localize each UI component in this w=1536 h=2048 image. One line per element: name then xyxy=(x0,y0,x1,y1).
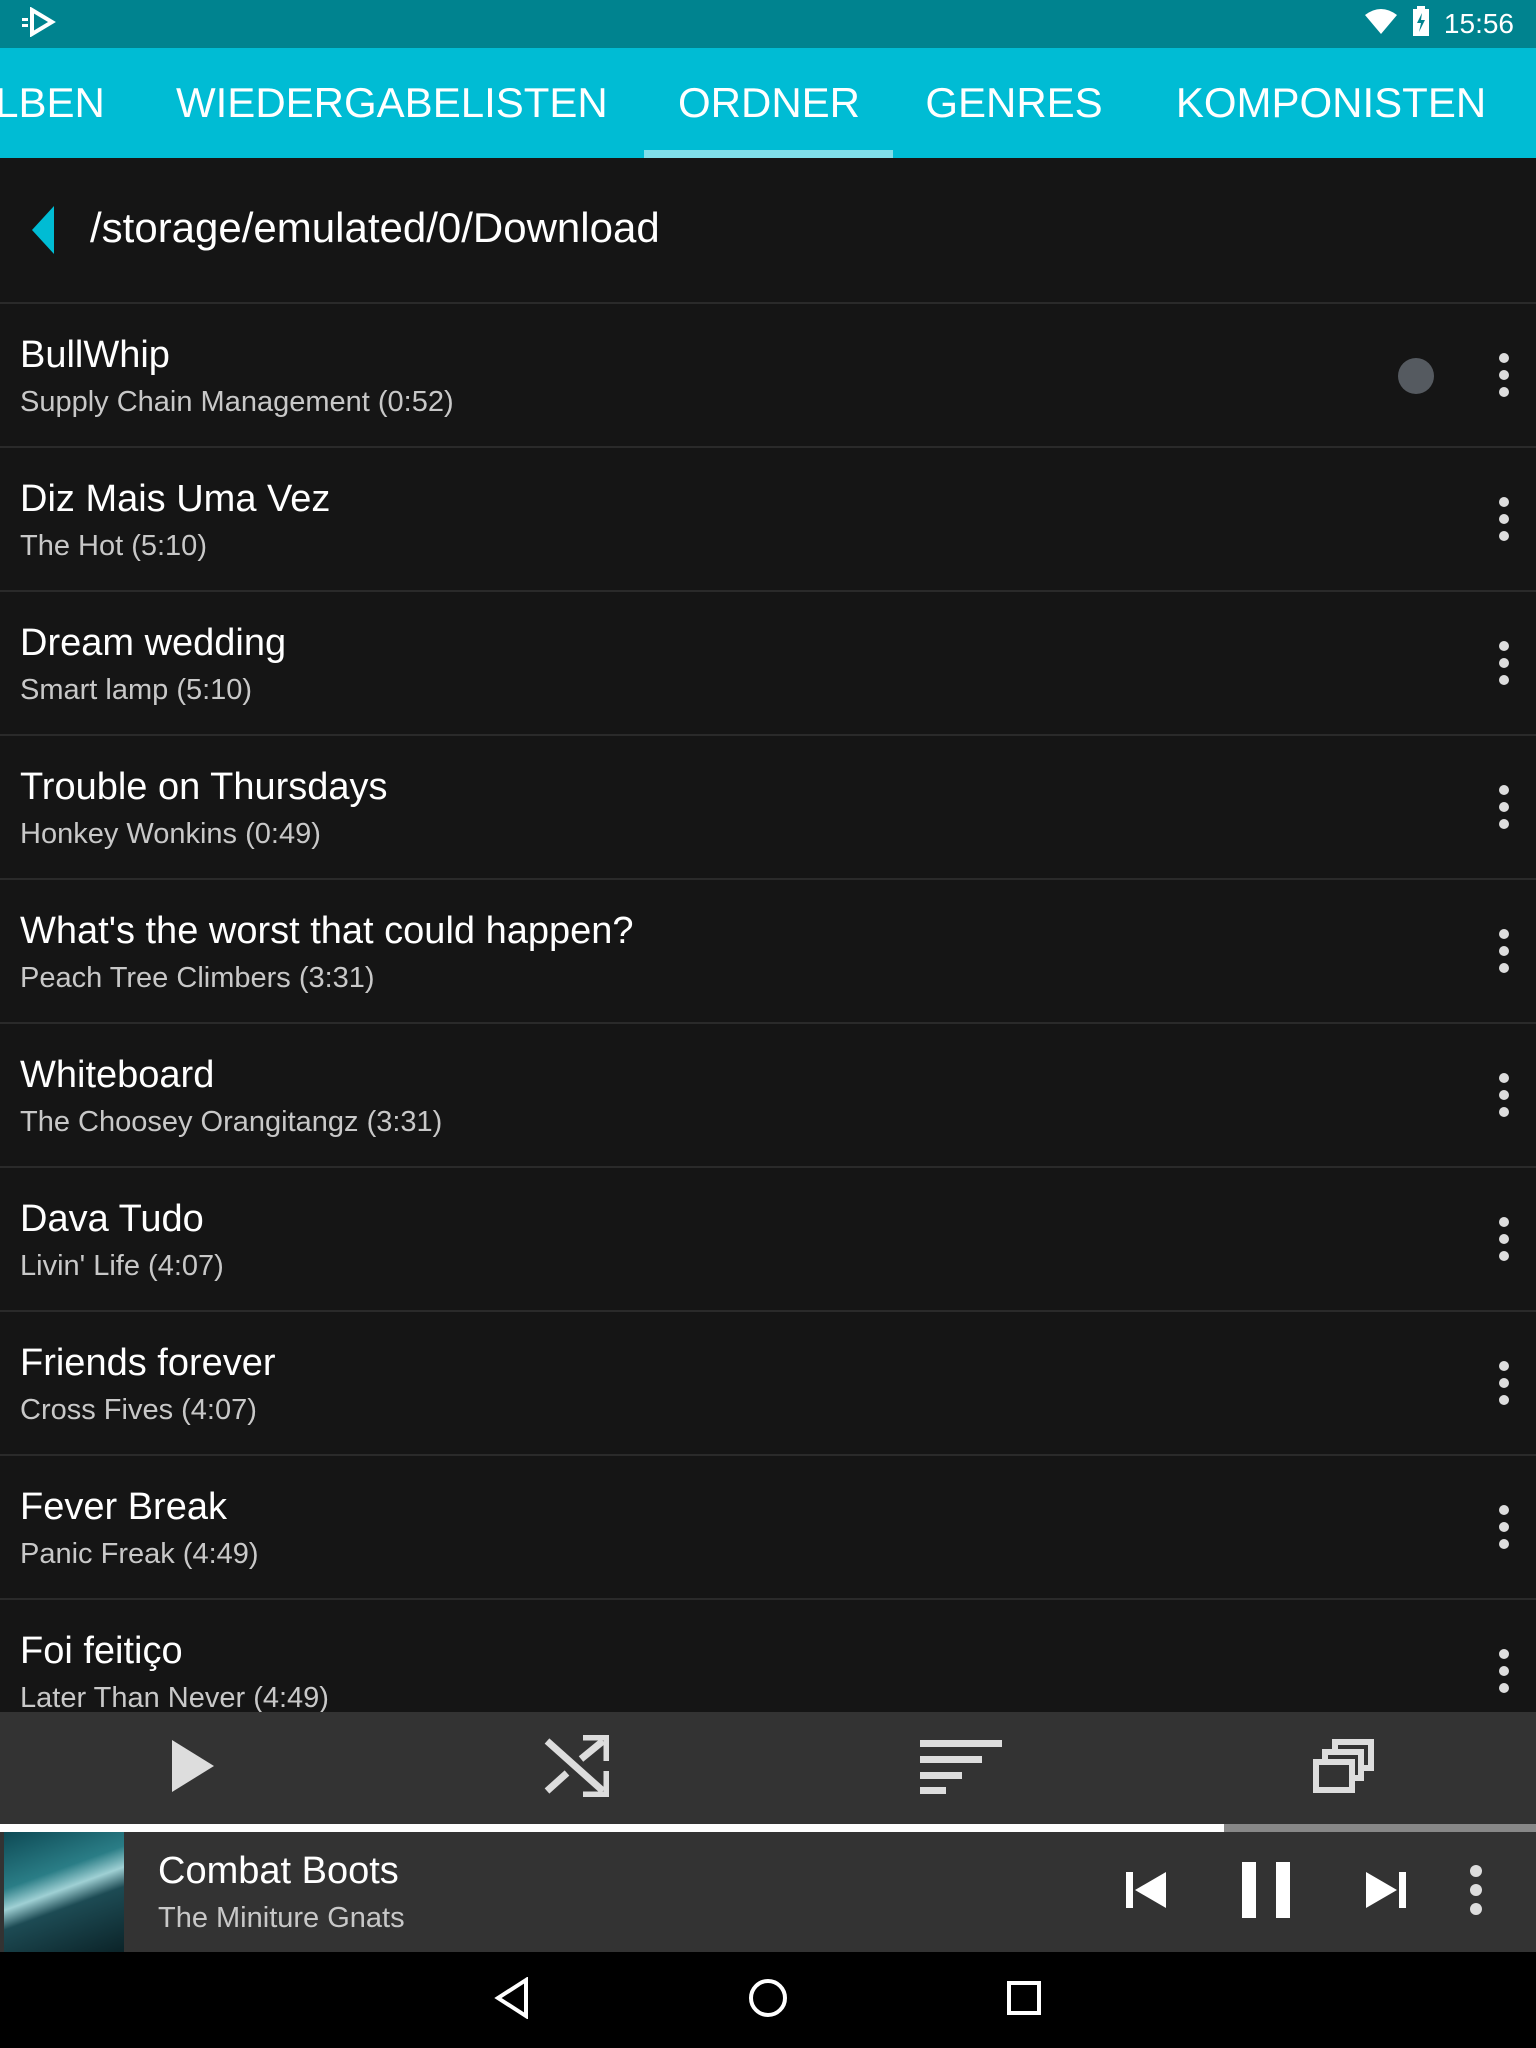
more-vert-icon xyxy=(1468,1864,1484,1921)
back-arrow-icon[interactable] xyxy=(28,204,62,256)
queue-icon xyxy=(1313,1738,1375,1798)
more-vert-icon[interactable] xyxy=(1496,640,1512,686)
song-subtitle: Later Than Never (4:49) xyxy=(20,1682,329,1712)
song-title: Foi feitiço xyxy=(20,1630,183,1672)
battery-charging-icon xyxy=(1412,5,1430,43)
tab-ordner[interactable]: ORDNER xyxy=(644,48,894,158)
list-item[interactable]: Diz Mais Uma Vez The Hot (5:10) xyxy=(0,448,1536,592)
back-icon xyxy=(494,1975,530,2024)
cast-icon xyxy=(22,5,56,42)
list-item[interactable]: Dream wedding Smart lamp (5:10) xyxy=(0,592,1536,736)
recents-icon xyxy=(1006,1980,1042,2021)
skip-next-icon xyxy=(1364,1868,1408,1917)
playback-progress-fill xyxy=(0,1824,1225,1832)
song-title: Dava Tudo xyxy=(20,1198,204,1240)
status-bar: 15:56 xyxy=(0,0,1536,48)
tab-genres[interactable]: GENRES xyxy=(918,48,1110,158)
shuffle-icon xyxy=(543,1733,611,1802)
more-vert-icon[interactable] xyxy=(1496,1648,1512,1694)
nav-back-button[interactable] xyxy=(452,1952,572,2048)
more-vert-icon[interactable] xyxy=(1496,1072,1512,1118)
skip-previous-icon xyxy=(1124,1868,1168,1917)
list-item[interactable]: BullWhip Supply Chain Management (0:52) xyxy=(0,304,1536,448)
more-vert-icon[interactable] xyxy=(1496,784,1512,830)
song-subtitle: Panic Freak (4:49) xyxy=(20,1538,259,1570)
folder-path: /storage/emulated/0/Download xyxy=(90,204,660,251)
tab-indicator xyxy=(644,150,893,158)
more-vert-icon[interactable] xyxy=(1496,352,1512,398)
list-item[interactable]: Friends forever Cross Fives (4:07) xyxy=(0,1312,1536,1456)
song-title: Whiteboard xyxy=(20,1054,215,1096)
nav-home-button[interactable] xyxy=(708,1952,828,2048)
song-subtitle: Honkey Wonkins (0:49) xyxy=(20,818,321,850)
more-vert-icon[interactable] xyxy=(1496,1216,1512,1262)
playback-progress-bar[interactable] xyxy=(0,1824,1536,1832)
list-item[interactable]: Fever Break Panic Freak (4:49) xyxy=(0,1456,1536,1600)
pause-button[interactable] xyxy=(1226,1832,1306,1952)
tab-komponisten[interactable]: KOMPONISTEN xyxy=(1170,48,1492,158)
queue-button[interactable] xyxy=(1152,1712,1536,1824)
sort-button[interactable] xyxy=(768,1712,1152,1824)
song-subtitle: Supply Chain Management (0:52) xyxy=(20,386,454,418)
list-item[interactable]: Trouble on Thursdays Honkey Wonkins (0:4… xyxy=(0,736,1536,880)
song-subtitle: Cross Fives (4:07) xyxy=(20,1394,257,1426)
more-vert-icon[interactable] xyxy=(1496,496,1512,542)
now-playing-indicator-icon xyxy=(1398,358,1434,394)
play-icon xyxy=(168,1738,216,1799)
song-title: Dream wedding xyxy=(20,622,287,664)
tab-alben[interactable]: LBEN xyxy=(0,48,106,158)
now-playing-title: Combat Boots xyxy=(158,1850,399,1892)
wifi-icon xyxy=(1364,7,1398,42)
home-icon xyxy=(747,1977,789,2024)
list-item[interactable]: Foi feitiço Later Than Never (4:49) xyxy=(0,1600,1536,1712)
song-title: Friends forever xyxy=(20,1342,276,1384)
list-item[interactable]: Dava Tudo Livin' Life (4:07) xyxy=(0,1168,1536,1312)
system-nav-bar xyxy=(0,1952,1536,2048)
more-vert-icon[interactable] xyxy=(1496,1504,1512,1550)
more-vert-icon[interactable] xyxy=(1496,928,1512,974)
clock: 15:56 xyxy=(1443,8,1514,39)
now-playing-bar[interactable]: Combat Boots The Miniture Gnats xyxy=(0,1832,1536,1952)
nav-recents-button[interactable] xyxy=(964,1952,1084,2048)
now-playing-artist: The Miniture Gnats xyxy=(158,1902,405,1934)
now-playing-menu-button[interactable] xyxy=(1456,1832,1496,1952)
next-button[interactable] xyxy=(1346,1832,1426,1952)
song-subtitle: The Hot (5:10) xyxy=(20,530,207,562)
play-all-button[interactable] xyxy=(0,1712,384,1824)
song-subtitle: Peach Tree Climbers (3:31) xyxy=(20,962,375,994)
previous-button[interactable] xyxy=(1106,1832,1186,1952)
song-subtitle: The Choosey Orangitangz (3:31) xyxy=(20,1106,443,1138)
song-title: What's the worst that could happen? xyxy=(20,910,634,952)
shuffle-button[interactable] xyxy=(384,1712,768,1824)
action-bar xyxy=(0,1712,1536,1824)
folder-header: /storage/emulated/0/Download xyxy=(0,158,1536,304)
album-art xyxy=(4,1832,124,1952)
tab-wiedergabelisten[interactable]: WIEDERGABELISTEN xyxy=(176,48,608,158)
list-item[interactable]: What's the worst that could happen? Peac… xyxy=(0,880,1536,1024)
song-title: BullWhip xyxy=(20,334,170,376)
pause-icon xyxy=(1240,1860,1292,1925)
more-vert-icon[interactable] xyxy=(1496,1360,1512,1406)
song-title: Trouble on Thursdays xyxy=(20,766,388,808)
song-list: BullWhip Supply Chain Management (0:52) … xyxy=(0,304,1536,1712)
sort-icon xyxy=(918,1738,1002,1799)
tab-bar: LBEN WIEDERGABELISTEN ORDNER GENRES KOMP… xyxy=(0,48,1536,158)
song-subtitle: Smart lamp (5:10) xyxy=(20,674,253,706)
song-title: Diz Mais Uma Vez xyxy=(20,478,331,520)
list-item[interactable]: Whiteboard The Choosey Orangitangz (3:31… xyxy=(0,1024,1536,1168)
song-subtitle: Livin' Life (4:07) xyxy=(20,1250,224,1282)
song-title: Fever Break xyxy=(20,1486,227,1528)
